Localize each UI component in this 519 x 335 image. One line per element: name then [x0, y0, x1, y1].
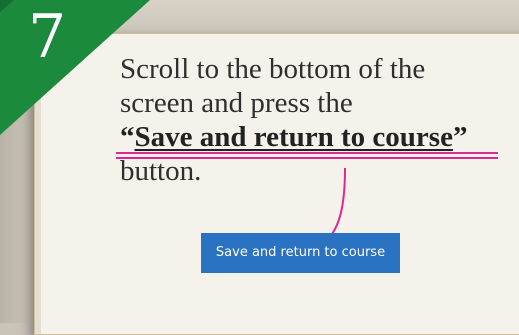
- highlight-double-underline: [116, 152, 498, 159]
- card-edge: [35, 34, 41, 334]
- save-and-return-button[interactable]: Save and return to course: [201, 233, 400, 273]
- instruction-highlight: Save and return to course: [134, 121, 453, 153]
- instruction-text: Scroll to the bottom of the screen and p…: [120, 52, 505, 188]
- instruction-line-2: screen and press the: [120, 87, 353, 119]
- instruction-highlight-line: “Save and return to course”: [120, 120, 505, 154]
- instruction-line-4: button.: [120, 155, 202, 187]
- quote-open: “: [120, 121, 135, 153]
- instruction-line-1: Scroll to the bottom of the: [120, 53, 426, 85]
- quote-close: ”: [452, 121, 468, 153]
